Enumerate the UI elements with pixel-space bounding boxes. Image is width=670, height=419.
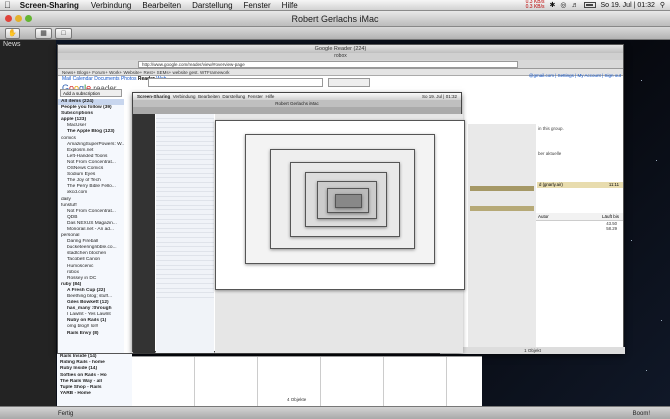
scale-button[interactable]: ▦: [35, 28, 52, 39]
net-out: 0.3 KB/s: [525, 4, 545, 10]
spotlight-icon[interactable]: ⚲: [660, 1, 665, 9]
sidebar-item[interactable]: Rails Envy (8): [58, 331, 124, 337]
zoom-icon[interactable]: [25, 15, 32, 22]
sidebar-item[interactable]: AmazingSuperPowers: W...: [58, 142, 124, 148]
nested-menubar: Screen-Sharing Verbindung Bearbeiten Dar…: [133, 93, 461, 100]
menu-darstellung[interactable]: Darstellung: [192, 1, 232, 10]
subscriptions-sidebar-more: Rails Inside (14) Riding Rails - home Ruby…: [57, 354, 132, 406]
app-menu[interactable]: Screen-Sharing: [20, 1, 79, 10]
highlight-row[interactable]: d (gnarly.air) 11:11: [537, 182, 623, 188]
sidebar-item[interactable]: The Apple Blog (123): [58, 129, 124, 135]
nested-sidebar: [156, 114, 214, 353]
value-2: 58.29: [606, 226, 617, 231]
recursive-window-8: [335, 194, 362, 208]
browser-title: Google Reader (224): [58, 45, 623, 53]
update-text: ber aktuelle: [538, 151, 562, 156]
subscriptions-sidebar: All items (224) People you follow (39) Sub…: [58, 99, 124, 353]
window-toolbar: ✋ ▦ □: [0, 27, 670, 40]
window-titlebar: Robert Gerlachs iMac: [0, 11, 670, 27]
nested-list-row: [156, 293, 214, 298]
clipboard-button[interactable]: □: [55, 28, 72, 39]
menu-bar:  Screen-Sharing Verbindung Bearbeiten D…: [0, 0, 670, 11]
news-label: News: [3, 41, 21, 48]
nested-content: [215, 114, 465, 353]
nested-toolbar: [133, 107, 461, 114]
sidebar-item[interactable]: Not From Concentrat...: [58, 209, 124, 215]
status-right: Boom!: [632, 411, 650, 417]
objects-count: 4 Objekte: [287, 397, 307, 402]
address-bar: http://www.google.com/reader/view/#overv…: [58, 60, 623, 69]
sidebar-item[interactable]: YARB - Home: [57, 391, 132, 397]
menu-fenster[interactable]: Fenster: [244, 1, 271, 10]
menu-verbindung[interactable]: Verbindung: [91, 1, 131, 10]
remote-dock-area: News: [0, 40, 56, 406]
nested-title: Robert Gerlachs iMac: [133, 100, 461, 107]
account-links[interactable]: @gmail.com | Settings | My Account | Sig…: [529, 73, 621, 78]
nav-documents[interactable]: Documents: [94, 76, 119, 82]
volume-icon[interactable]: ♬: [572, 2, 579, 9]
close-icon[interactable]: [5, 15, 12, 22]
wifi-icon[interactable]: ◎: [560, 1, 566, 9]
bar-row: [470, 186, 534, 191]
control-mode-button[interactable]: ✋: [5, 28, 20, 39]
search-input[interactable]: [148, 78, 323, 87]
menu-bearbeiten[interactable]: Bearbeiten: [142, 1, 181, 10]
bar-row: [470, 206, 534, 211]
object-count-bar: 1 Objekt: [440, 347, 625, 354]
bluetooth-icon[interactable]: ✱: [550, 1, 556, 9]
status-bar: Fertig Boom!: [0, 406, 670, 419]
clock[interactable]: So 19. Jul | 01:32: [601, 2, 655, 9]
file-list: 4 Objekte: [132, 356, 482, 408]
column-header: Autor Läuft bis: [536, 213, 623, 221]
group-text: in this group.: [538, 126, 564, 131]
info-panel: in this group. ber aktuelle d (gnarly.ai…: [536, 124, 623, 352]
nav-calendar[interactable]: Calendar: [73, 76, 93, 82]
add-subscription-button[interactable]: Add a subscription: [60, 89, 122, 97]
menu-hilfe[interactable]: Hilfe: [282, 1, 298, 10]
network-meter: 0.3 KB/s 0.3 KB/s: [526, 0, 545, 10]
search-button[interactable]: [328, 78, 370, 87]
browser-tab[interactable]: robox: [58, 53, 623, 60]
bar-column: [468, 124, 536, 352]
battery-icon[interactable]: [583, 2, 596, 8]
minimize-icon[interactable]: [15, 15, 22, 22]
url-field[interactable]: http://www.google.com/reader/view/#overv…: [138, 61, 518, 68]
status-left: Fertig: [58, 411, 74, 417]
nested-screen-window: Screen-Sharing Verbindung Bearbeiten Dar…: [132, 92, 465, 353]
nav-mail[interactable]: Mail: [62, 76, 71, 82]
nested-dark-side: [133, 114, 155, 353]
apple-menu-icon[interactable]: : [4, 0, 11, 10]
nav-photos[interactable]: Photos: [121, 76, 137, 82]
window-title: Robert Gerlachs iMac: [291, 14, 379, 24]
